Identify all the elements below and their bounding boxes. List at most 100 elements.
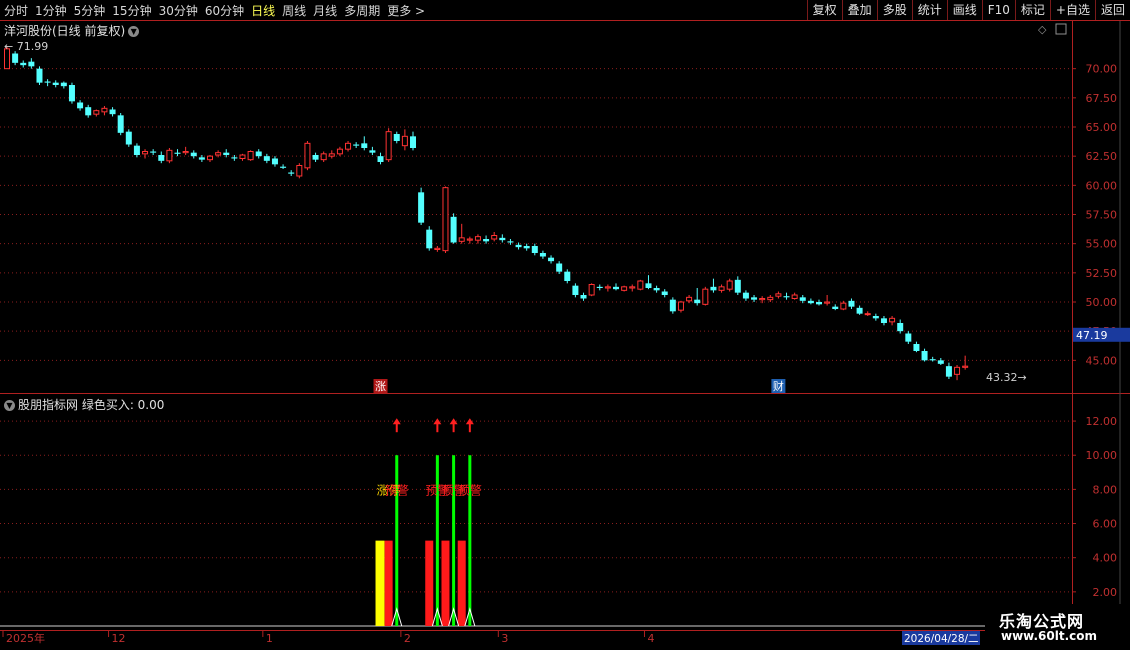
candle-body	[345, 142, 352, 150]
candle-body	[491, 235, 498, 240]
candle-body	[954, 366, 961, 375]
candle-body	[190, 152, 197, 157]
candle-body	[215, 152, 222, 156]
candle-body	[816, 302, 822, 305]
candle-body	[60, 82, 67, 87]
candle-body	[637, 280, 644, 290]
x-tick-label: 4	[647, 632, 654, 645]
candle-body	[369, 150, 376, 153]
candle-body	[751, 297, 758, 300]
y-tick-label: 8.00	[1093, 483, 1118, 496]
yellow-bar	[375, 540, 385, 626]
y-tick-label: 4.00	[1093, 552, 1118, 565]
logo-url: www.60lt.com	[1001, 629, 1098, 643]
y-tick-label: 55.00	[1086, 238, 1118, 251]
y-tick-label: 62.50	[1086, 150, 1118, 163]
candle-body	[458, 237, 465, 242]
red-bar	[441, 540, 450, 626]
candle-body	[767, 296, 774, 301]
candle-body	[832, 306, 839, 309]
y-tick-label: 12.00	[1086, 415, 1118, 428]
high-price-label: ← 71.99	[4, 40, 48, 53]
candle-body	[864, 313, 871, 316]
y-tick-label: 52.50	[1086, 267, 1118, 280]
y-tick-label: 57.50	[1086, 209, 1118, 222]
signal-text: 预警	[385, 482, 409, 497]
candle-body	[807, 300, 814, 304]
candle-body	[507, 241, 514, 243]
red-bar	[425, 540, 434, 626]
candle-body	[945, 366, 952, 377]
y-tick-label: 60.00	[1086, 179, 1118, 192]
candle-body	[288, 172, 295, 174]
green-line	[395, 455, 399, 626]
date-label: 2026/04/28/二	[904, 633, 979, 645]
candle-body	[393, 134, 400, 141]
candle-body	[52, 82, 59, 85]
y-tick-label: 70.00	[1086, 63, 1118, 76]
candle-body	[361, 143, 368, 148]
candle-body	[12, 53, 19, 63]
low-price-label: 43.32→	[986, 371, 1027, 384]
candle-body	[677, 301, 684, 311]
candle-body	[604, 286, 611, 289]
candle-body	[962, 365, 969, 368]
candle-body	[207, 155, 213, 161]
candle-body	[913, 344, 920, 351]
candle-body	[28, 61, 35, 67]
candle-body	[539, 253, 546, 257]
candle-body	[856, 307, 863, 314]
candle-body	[889, 317, 896, 323]
candle-body	[101, 107, 108, 113]
green-line	[468, 455, 472, 626]
candle-body	[613, 286, 619, 290]
candle-body	[77, 102, 84, 109]
arrow-head	[392, 418, 401, 425]
candle-body	[125, 131, 132, 145]
candle-body	[791, 294, 798, 299]
candle-body	[702, 288, 709, 305]
candle-body	[588, 284, 595, 296]
candle-body	[85, 107, 92, 116]
candle-body	[450, 216, 457, 243]
candle-body	[572, 285, 579, 295]
candle-body	[68, 85, 75, 102]
candle-body	[271, 158, 278, 165]
candle-body	[937, 360, 944, 364]
candle-body	[182, 151, 189, 154]
candle-body	[726, 280, 733, 290]
candle-body	[710, 286, 717, 291]
candle-body	[117, 115, 124, 133]
candle-body	[921, 351, 928, 361]
candle-body	[669, 299, 676, 312]
green-line	[452, 455, 456, 626]
current-price-label: 47.19	[1076, 329, 1108, 342]
candle-body	[434, 247, 441, 250]
candle-body	[824, 301, 831, 304]
x-tick-label: 12	[112, 632, 126, 645]
candle-body	[564, 271, 571, 281]
green-line	[435, 455, 439, 626]
candle-body	[783, 296, 790, 298]
candle-body	[848, 300, 855, 307]
candle-body	[621, 286, 628, 291]
candle-body	[198, 157, 205, 160]
candle-body	[840, 302, 847, 310]
candle-body	[231, 157, 238, 159]
candle-body	[442, 187, 449, 252]
candle-body	[328, 153, 335, 157]
candle-body	[661, 291, 668, 295]
candle-body	[426, 229, 433, 249]
red-bar	[384, 540, 393, 626]
candle-body	[474, 236, 481, 241]
candle-body	[929, 359, 936, 361]
candle-body	[466, 238, 473, 241]
candle-body	[410, 136, 416, 148]
candle-body	[280, 166, 287, 168]
x-tick-label: 1	[266, 632, 273, 645]
signal-text: 预警	[458, 482, 482, 497]
candle-body	[483, 239, 490, 242]
x-tick-label: 2	[404, 632, 411, 645]
candle-body	[133, 145, 140, 155]
candle-body	[799, 297, 806, 301]
